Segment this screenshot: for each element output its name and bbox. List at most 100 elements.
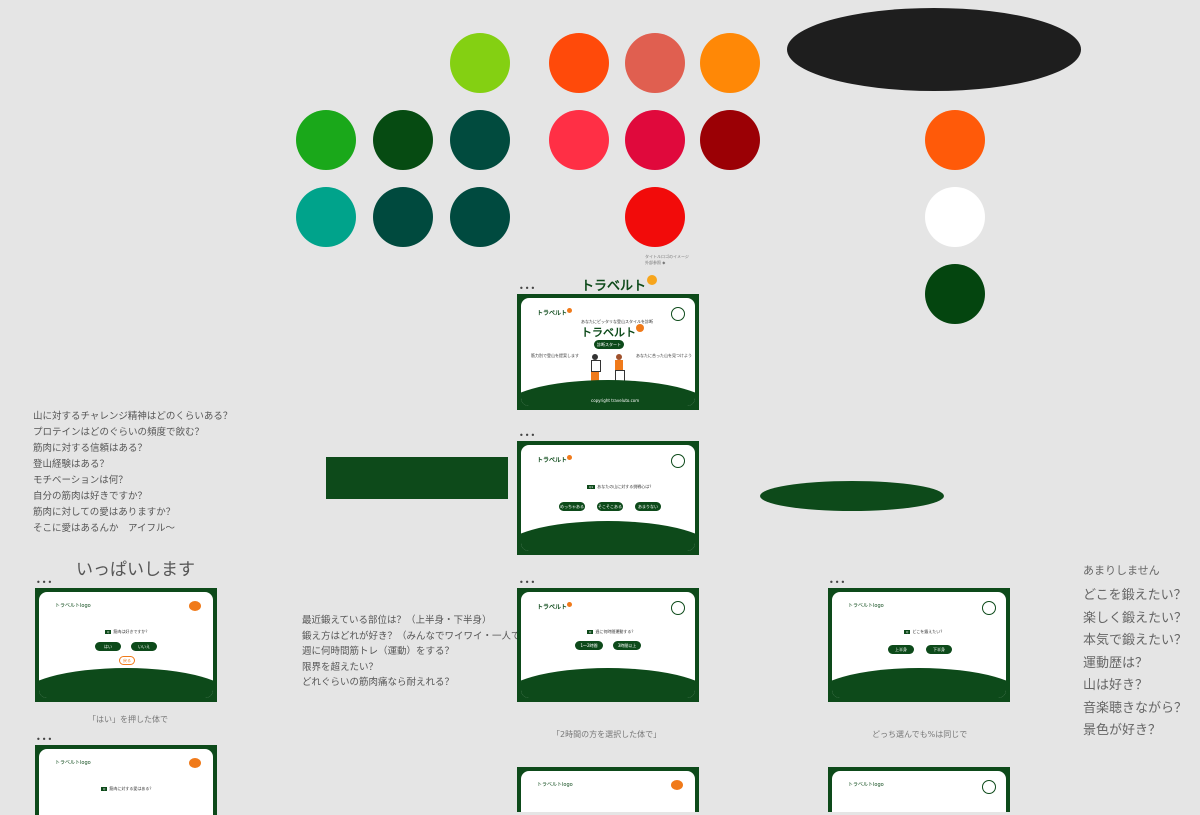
slide-hours[interactable]: トラベルト Q 週に何時間運動する？ 1〜2時間 3時間以上 <box>517 588 699 702</box>
frame-menu-icon[interactable]: ••• <box>519 284 536 293</box>
hill-shape <box>39 668 213 698</box>
slide-logo: トラベルトlogo <box>848 603 884 609</box>
brand-mark-icon <box>982 601 996 615</box>
swatch-crimson <box>625 110 685 170</box>
slide-title: トラベルト <box>581 324 644 340</box>
question-item: 本気で鍛えたい？ <box>1083 633 1188 648</box>
brand-mark-icon <box>189 601 201 611</box>
slide-body: トラベルト あなたにピッタリな登山スタイルを診断 トラベルト 診断スタート 筋力… <box>521 298 695 406</box>
slide-body: トラベルトlogo Q 筋肉に対する愛はある？ <box>39 749 213 815</box>
small-note: タイトルロゴのイメージ 外部参照 ◆ <box>645 254 689 265</box>
start-button[interactable]: 診断スタート <box>594 340 624 349</box>
question-item: モチベーションは何？ <box>33 475 128 486</box>
question-text: Q 週に何時間運動する？ <box>587 629 636 634</box>
question-text: Q 筋肉に対する愛はある？ <box>101 786 154 791</box>
no-button[interactable]: いいえ <box>131 642 157 651</box>
slide-body: トラベルトlogo Q どこを鍛えたい？ 上半身 下半身 <box>832 592 1006 698</box>
question-item: 山に対するチャレンジ精神はどのくらいある？ <box>33 411 233 422</box>
yes-button[interactable]: はい <box>95 642 121 651</box>
swatch-teal-dark <box>450 110 510 170</box>
swatch-lime <box>450 33 510 93</box>
middle-question-list: 最近鍛えている部位は？（上半身・下半身） 鍛え方はどれが好き？（みんなでワイワイ… <box>302 613 549 691</box>
slide-logo: トラベルトlogo <box>55 603 91 609</box>
swatch-orange-2 <box>925 110 985 170</box>
caption-yes-pressed: 「はい」を押した体で <box>88 715 168 724</box>
left-heading: いっぱいします <box>76 560 195 580</box>
logo: トラベルト <box>581 275 658 294</box>
slide-partial[interactable]: トラベルトlogo <box>828 767 1010 812</box>
frame-menu-icon[interactable]: ••• <box>829 578 846 587</box>
brand-mark-icon <box>671 454 685 468</box>
swatch-salmon <box>625 33 685 93</box>
slide-logo: トラベルト <box>537 455 573 464</box>
frame-menu-icon[interactable]: ••• <box>36 735 53 744</box>
green-ellipse <box>760 481 944 511</box>
swatch-teal <box>296 187 356 247</box>
question-item: 筋肉に対しての愛はありますか？ <box>33 507 176 518</box>
slide-body: トラベルトlogo <box>521 771 695 812</box>
brand-mark-icon <box>982 780 996 794</box>
question-item: プロテインはどのぐらいの頻度で飲む？ <box>33 427 205 438</box>
question-item: 自分の筋肉は好きですか？ <box>33 491 148 502</box>
caption-two-hours: 「2時間の方を選択した体で」 <box>552 730 662 739</box>
question-item: 筋肉に対する信頼はある？ <box>33 443 148 454</box>
option-button[interactable]: 上半身 <box>888 645 914 654</box>
swatch-green <box>296 110 356 170</box>
swatch-maroon <box>700 110 760 170</box>
logo-mark-icon <box>647 275 658 285</box>
slide-body: トラベルト Q 週に何時間運動する？ 1〜2時間 3時間以上 <box>521 592 695 698</box>
frame-menu-icon[interactable]: ••• <box>519 431 536 440</box>
slide-logo: トラベルトlogo <box>848 782 884 788</box>
option-button[interactable]: 下半身 <box>926 645 952 654</box>
question-item: どれぐらいの筋肉痛なら耐えれる？ <box>302 677 455 688</box>
slide-logo: トラベルトlogo <box>55 760 91 766</box>
brand-mark-icon <box>671 780 683 790</box>
slide-top[interactable]: トラベルト あなたにピッタリな登山スタイルを診断 トラベルト 診断スタート 筋力… <box>517 294 699 410</box>
swatch-teal-dark-2 <box>373 187 433 247</box>
swatch-red <box>625 187 685 247</box>
slide-body: トラベルトlogo Q 筋肉は好きですか？ はい いいえ 戻る <box>39 592 213 698</box>
hill-shape <box>521 521 695 551</box>
slide-left-text: 筋力別で登山を提案します <box>531 353 579 358</box>
option-button[interactable]: そこそこある <box>597 502 623 511</box>
swatch-orange-red <box>549 33 609 93</box>
slide-love[interactable]: トラベルトlogo Q 筋肉に対する愛はある？ <box>35 745 217 815</box>
question-item: 山は好き？ <box>1083 678 1149 693</box>
slide-footer: copyright traveluto.com <box>591 398 640 403</box>
question-item: 音楽聴きながら？ <box>1083 700 1188 716</box>
question-item: 景色が好き？ <box>1083 723 1162 738</box>
left-question-list: 山に対するチャレンジ精神はどのくらいある？ プロテインはどのぐらいの頻度で飲む？… <box>33 409 232 537</box>
option-button[interactable]: 1〜2時間 <box>575 641 603 650</box>
option-button[interactable]: めっちゃある <box>559 502 585 511</box>
slide-logo: トラベルトlogo <box>537 782 573 788</box>
swatch-pink-red <box>549 110 609 170</box>
swatch-teal-dark-3 <box>450 187 510 247</box>
swatch-dark-green <box>373 110 433 170</box>
slide-partial[interactable]: トラベルトlogo <box>517 767 699 812</box>
green-rectangle <box>326 457 508 499</box>
hill-shape <box>832 668 1006 698</box>
question-item: そこに愛はあるんか アイフル〜 <box>33 523 176 534</box>
slide-yes-no[interactable]: トラベルトlogo Q 筋肉は好きですか？ はい いいえ 戻る <box>35 588 217 702</box>
frame-menu-icon[interactable]: ••• <box>519 578 536 587</box>
brand-mark-icon <box>671 601 685 615</box>
swatch-orange <box>700 33 760 93</box>
question-item: 週に何時間筋トレ（運動）をする？ <box>302 646 455 657</box>
right-question-list: どこを鍛えたい？ 楽しく鍛えたい？ 本気で鍛えたい？ 運動歴は？ 山は好き？ 音… <box>1083 585 1187 743</box>
slide-logo: トラベルト <box>537 602 573 611</box>
brand-mark-icon <box>189 758 201 768</box>
slide-body: トラベルト Q1 あなたの山に対する挑戦心は？ めっちゃある そこそこある あまり… <box>521 445 695 551</box>
slide-q1[interactable]: トラベルト Q1 あなたの山に対する挑戦心は？ めっちゃある そこそこある あまり… <box>517 441 699 555</box>
frame-menu-icon[interactable]: ••• <box>36 578 53 587</box>
question-item: 最近鍛えている部位は？（上半身・下半身） <box>302 615 492 626</box>
brand-mark-icon <box>671 307 685 321</box>
right-heading: あまりしません <box>1083 564 1160 577</box>
option-button[interactable]: あまりない <box>635 502 661 511</box>
back-button[interactable]: 戻る <box>119 656 135 665</box>
caption-either: どっち選んでも%は同じで <box>872 730 968 739</box>
black-ellipse <box>787 8 1081 91</box>
question-item: 運動歴は？ <box>1083 655 1149 671</box>
question-text: Q どこを鍛えたい？ <box>904 629 945 634</box>
slide-body-part[interactable]: トラベルトlogo Q どこを鍛えたい？ 上半身 下半身 <box>828 588 1010 702</box>
option-button[interactable]: 3時間以上 <box>613 641 641 650</box>
